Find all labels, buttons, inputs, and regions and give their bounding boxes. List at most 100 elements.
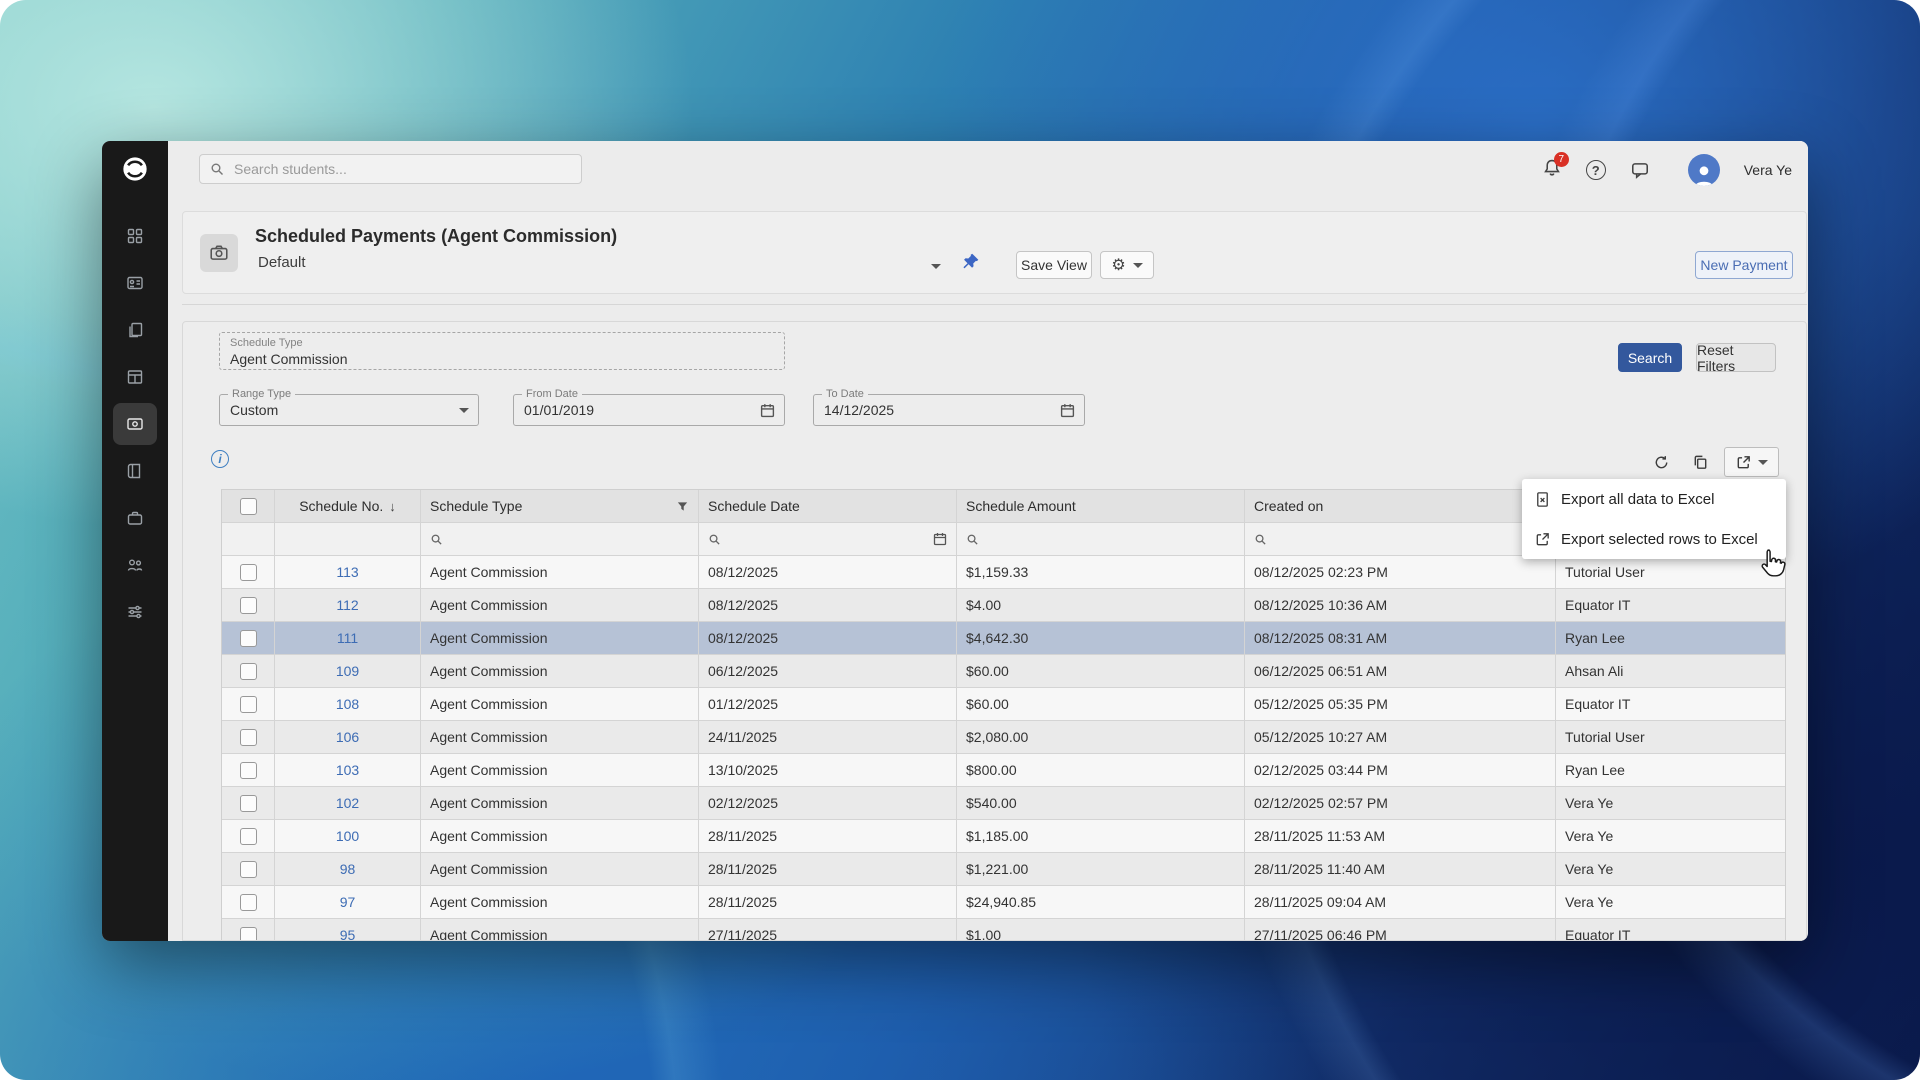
sidebar-item-boards[interactable] xyxy=(113,356,157,398)
cell-created-on: 08/12/2025 10:36 AM xyxy=(1245,589,1556,621)
user-name[interactable]: Vera Ye xyxy=(1744,162,1792,178)
range-type-select[interactable]: Range Type Custom xyxy=(219,394,479,426)
schedule-no-link[interactable]: 102 xyxy=(336,795,359,811)
row-checkbox[interactable] xyxy=(240,828,257,845)
menu-item-label: Export selected rows to Excel xyxy=(1561,531,1758,548)
column-filter[interactable] xyxy=(699,523,957,555)
filter-icon[interactable] xyxy=(676,500,689,513)
cell-created-by: Equator IT xyxy=(1556,919,1785,941)
payments-icon xyxy=(126,415,144,433)
row-checkbox[interactable] xyxy=(240,564,257,581)
row-checkbox[interactable] xyxy=(240,795,257,812)
select-all-checkbox[interactable] xyxy=(240,498,257,515)
row-checkbox[interactable] xyxy=(240,927,257,942)
sidebar-item-dashboard[interactable] xyxy=(113,215,157,257)
export-button[interactable] xyxy=(1724,447,1779,477)
schedule-no-link[interactable]: 112 xyxy=(336,597,358,613)
column-header[interactable]: Schedule Amount xyxy=(957,490,1245,522)
new-payment-button[interactable]: New Payment xyxy=(1695,251,1793,279)
from-date-value: 01/01/2019 xyxy=(524,395,594,425)
column-header[interactable]: Created on xyxy=(1245,490,1556,522)
column-filter[interactable] xyxy=(1245,523,1556,555)
cell-created-on: 06/12/2025 06:51 AM xyxy=(1245,655,1556,687)
help-button[interactable]: ? xyxy=(1586,160,1606,180)
chevron-down-icon xyxy=(459,408,469,413)
cell-created-by: Equator IT xyxy=(1556,589,1785,621)
student-search[interactable] xyxy=(199,154,582,184)
cell-created-by: Ryan Lee xyxy=(1556,754,1785,786)
cell-checkbox xyxy=(222,655,275,687)
view-selector-value[interactable]: Default xyxy=(258,254,306,271)
search-input[interactable] xyxy=(232,160,571,178)
calendar-icon[interactable] xyxy=(1060,403,1075,423)
cell-created-on: 27/11/2025 06:46 PM xyxy=(1245,919,1556,941)
row-checkbox[interactable] xyxy=(240,630,257,647)
save-view-button[interactable]: Save View xyxy=(1016,251,1092,279)
cell-checkbox xyxy=(222,556,275,588)
calendar-icon[interactable] xyxy=(933,532,947,546)
row-checkbox[interactable] xyxy=(240,729,257,746)
menu-item-export-selected[interactable]: Export selected rows to Excel xyxy=(1522,519,1786,559)
view-selector-caret-icon[interactable] xyxy=(931,264,941,269)
column-filter[interactable] xyxy=(957,523,1245,555)
schedule-no-link[interactable]: 97 xyxy=(340,894,356,910)
cell-schedule-amount: $4.00 xyxy=(957,589,1245,621)
schedule-no-link[interactable]: 111 xyxy=(337,630,358,646)
notifications-button[interactable]: 7 xyxy=(1542,158,1562,183)
schedule-type-field[interactable]: Schedule Type Agent Commission xyxy=(219,332,785,370)
menu-item-label: Export all data to Excel xyxy=(1561,491,1714,508)
sidebar-item-documents[interactable] xyxy=(113,309,157,351)
reset-filters-button[interactable]: Reset Filters xyxy=(1696,343,1776,372)
schedule-no-link[interactable]: 108 xyxy=(336,696,359,712)
view-settings-button[interactable]: ⚙ xyxy=(1100,251,1154,279)
row-checkbox[interactable] xyxy=(240,663,257,680)
cell-checkbox xyxy=(222,754,275,786)
schedule-no-link[interactable]: 106 xyxy=(336,729,359,745)
cell-created-by: Ahsan Ali xyxy=(1556,655,1785,687)
table-row: 111Agent Commission08/12/2025$4,642.3008… xyxy=(222,622,1785,655)
sidebar-item-ledger[interactable] xyxy=(113,450,157,492)
cell-schedule-type: Agent Commission xyxy=(421,754,699,786)
excel-file-icon xyxy=(1534,491,1551,508)
schedule-no-link[interactable]: 109 xyxy=(336,663,359,679)
sidebar-item-students[interactable] xyxy=(113,262,157,304)
to-date-field[interactable]: To Date 14/12/2025 xyxy=(813,394,1085,426)
column-filter[interactable] xyxy=(421,523,699,555)
from-date-field[interactable]: From Date 01/01/2019 xyxy=(513,394,785,426)
row-checkbox[interactable] xyxy=(240,696,257,713)
schedule-no-link[interactable]: 100 xyxy=(336,828,359,844)
pin-icon[interactable] xyxy=(961,252,980,276)
sidebar-item-briefcase[interactable] xyxy=(113,497,157,539)
sidebar-item-people[interactable] xyxy=(113,544,157,586)
section-divider xyxy=(182,304,1807,305)
row-checkbox[interactable] xyxy=(240,861,257,878)
chat-icon[interactable] xyxy=(1630,160,1650,180)
schedule-no-link[interactable]: 113 xyxy=(336,564,358,580)
table-row: 97Agent Commission28/11/2025$24,940.8528… xyxy=(222,886,1785,919)
cell-schedule-type: Agent Commission xyxy=(421,820,699,852)
copy-button[interactable] xyxy=(1685,447,1715,477)
menu-item-export-all[interactable]: Export all data to Excel xyxy=(1522,479,1786,519)
gear-icon: ⚙ xyxy=(1111,255,1125,275)
refresh-button[interactable] xyxy=(1646,447,1676,477)
cell-created-on: 02/12/2025 03:44 PM xyxy=(1245,754,1556,786)
row-checkbox[interactable] xyxy=(240,894,257,911)
sidebar-item-payments[interactable] xyxy=(113,403,157,445)
cell-schedule-no: 108 xyxy=(275,688,421,720)
schedule-no-link[interactable]: 103 xyxy=(336,762,359,778)
search-button[interactable]: Search xyxy=(1618,343,1682,372)
row-checkbox[interactable] xyxy=(240,762,257,779)
column-header[interactable]: Schedule Type xyxy=(421,490,699,522)
calendar-icon[interactable] xyxy=(760,403,775,423)
cell-schedule-no: 113 xyxy=(275,556,421,588)
info-icon[interactable]: i xyxy=(211,450,229,468)
avatar[interactable] xyxy=(1688,154,1720,186)
column-header[interactable]: Schedule Date xyxy=(699,490,957,522)
column-header[interactable]: Schedule No.↓ xyxy=(275,490,421,522)
table-row: 112Agent Commission08/12/2025$4.0008/12/… xyxy=(222,589,1785,622)
schedule-no-link[interactable]: 98 xyxy=(340,861,356,877)
sidebar-item-settings[interactable] xyxy=(113,591,157,633)
range-type-value: Custom xyxy=(230,395,278,425)
schedule-no-link[interactable]: 95 xyxy=(340,927,356,941)
row-checkbox[interactable] xyxy=(240,597,257,614)
